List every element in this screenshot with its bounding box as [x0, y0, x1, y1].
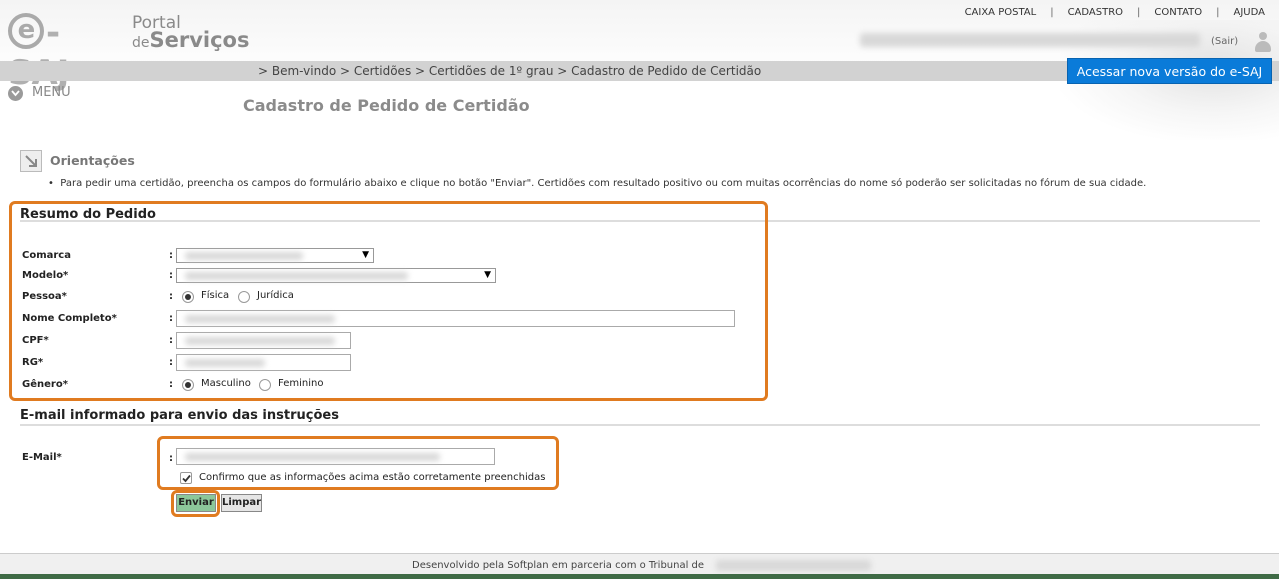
link-contato[interactable]: CONTATO [1154, 7, 1202, 18]
orientacoes-title: Orientações [50, 153, 135, 168]
email-input[interactable] [176, 448, 495, 465]
colon: : [169, 453, 173, 464]
cpf-value-redacted [185, 337, 335, 345]
logo-portal-text: Portal deServiços [132, 15, 250, 52]
colon: : [169, 357, 173, 368]
colon: : [169, 313, 173, 324]
confirm-checkbox[interactable] [180, 472, 192, 484]
chevron-down-icon[interactable] [8, 86, 23, 101]
confirm-label[interactable]: Confirmo que as informações acima estão … [199, 472, 545, 483]
dropdown-arrow-icon: ▼ [484, 270, 491, 280]
pessoa-label: Pessoa* [22, 291, 67, 302]
arrow-down-right-icon [20, 150, 42, 172]
footer-bar [0, 574, 1279, 579]
new-version-button[interactable]: Acessar nova versão do e-SAJ [1067, 58, 1272, 84]
rg-input[interactable] [176, 354, 351, 371]
modelo-value-redacted [185, 272, 408, 280]
genero-feminino-label[interactable]: Feminino [278, 378, 323, 389]
page-title: Cadastro de Pedido de Certidão [243, 96, 530, 115]
logo-esaj: e-SAJ [8, 13, 69, 93]
modelo-select[interactable]: ▼ [176, 268, 496, 283]
comarca-label: Comarca [22, 250, 71, 261]
cpf-input[interactable] [176, 332, 351, 349]
nome-label: Nome Completo* [22, 313, 117, 324]
section-divider [20, 424, 1260, 426]
user-name-redacted [860, 33, 1200, 47]
modelo-label: Modelo* [22, 270, 69, 281]
email-label: E-Mail* [22, 452, 62, 463]
enviar-button[interactable]: Enviar [176, 494, 216, 512]
menu-toggle[interactable]: MENU [32, 85, 71, 100]
colon: : [169, 335, 173, 346]
nome-value-redacted [185, 315, 335, 323]
colon: : [169, 250, 173, 261]
cpf-label: CPF* [22, 335, 49, 346]
logo-servicos-word: Serviços [149, 28, 250, 52]
rg-value-redacted [185, 359, 265, 367]
genero-label: Gênero* [22, 379, 68, 390]
genero-masculino-label[interactable]: Masculino [201, 378, 251, 389]
email-section-title: E-mail informado para envio das instruçõ… [20, 408, 339, 423]
pessoa-juridica-label[interactable]: Jurídica [257, 290, 294, 301]
resumo-highlight-box [9, 201, 768, 401]
pessoa-juridica-radio[interactable] [238, 291, 250, 303]
logout-link[interactable]: (Sair) [1211, 36, 1238, 47]
colon: : [169, 291, 173, 302]
colon: : [169, 379, 173, 390]
genero-masculino-radio[interactable] [182, 379, 194, 391]
footer-tribunal-redacted [716, 560, 871, 571]
orientacoes-text-body: Para pedir uma certidão, preencha os cam… [60, 178, 1147, 189]
separator: | [1216, 7, 1220, 18]
orientacoes-text: • Para pedir uma certidão, preencha os c… [48, 178, 1147, 189]
user-icon [1254, 32, 1272, 52]
link-caixa-postal[interactable]: CAIXA POSTAL [965, 7, 1037, 18]
link-cadastro[interactable]: CADASTRO [1068, 7, 1123, 18]
comarca-select[interactable]: ▼ [176, 248, 374, 263]
top-links: CAIXA POSTAL | CADASTRO | CONTATO | AJUDA [965, 7, 1265, 18]
genero-feminino-radio[interactable] [259, 379, 271, 391]
separator: | [1137, 7, 1141, 18]
rg-label: RG* [22, 357, 44, 368]
pessoa-fisica-label[interactable]: Física [201, 290, 229, 301]
limpar-button[interactable]: Limpar [221, 494, 262, 512]
dropdown-arrow-icon: ▼ [362, 250, 369, 260]
breadcrumb[interactable]: > Bem-vindo > Certidões > Certidões de 1… [258, 64, 761, 78]
logo-e-circle: e [8, 13, 44, 49]
pessoa-fisica-radio[interactable] [182, 291, 194, 303]
separator: | [1050, 7, 1054, 18]
logo-de-word: de [132, 35, 150, 51]
nome-completo-input[interactable] [176, 310, 735, 327]
comarca-value-redacted [185, 252, 303, 260]
colon: : [169, 270, 173, 281]
email-value-redacted [185, 453, 440, 461]
link-ajuda[interactable]: AJUDA [1234, 7, 1265, 18]
footer-text: Desenvolvido pela Softplan em parceria c… [412, 560, 705, 571]
